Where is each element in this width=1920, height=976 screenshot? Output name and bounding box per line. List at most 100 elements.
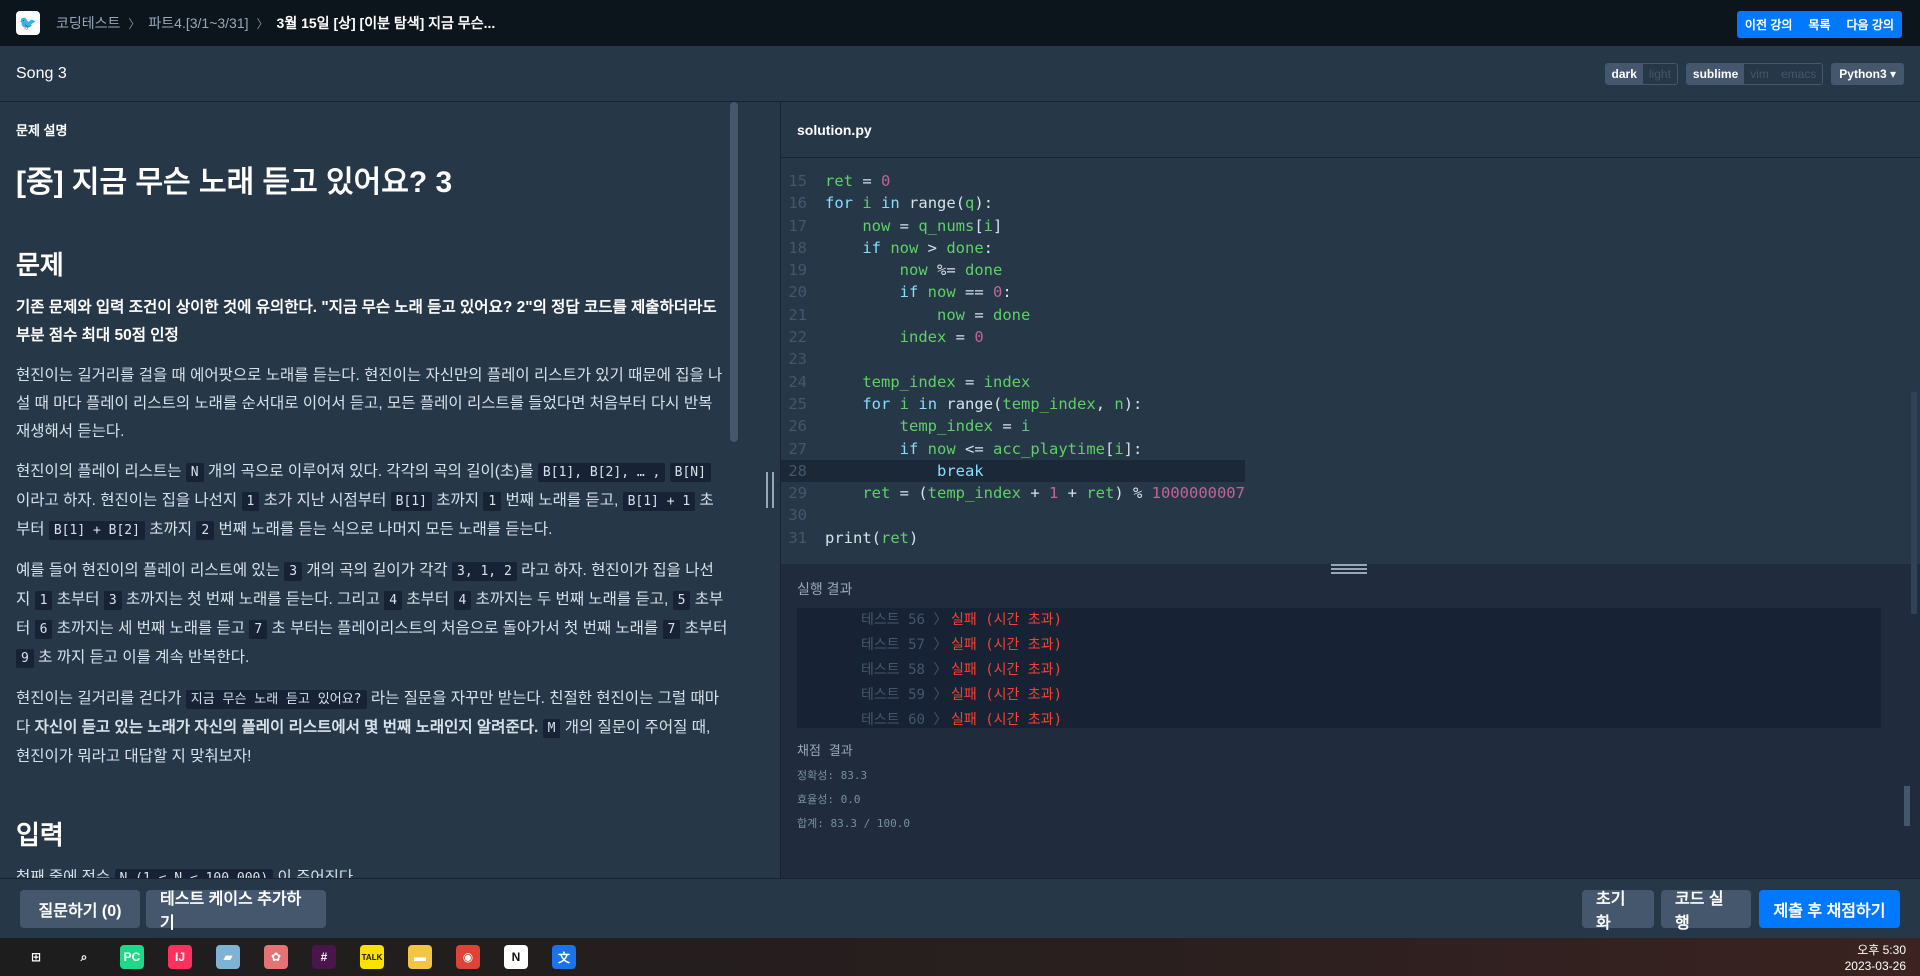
notes-icon[interactable]: ▰ — [216, 945, 240, 969]
slack-icon[interactable]: # — [312, 945, 336, 969]
code-line[interactable]: 15 ret = 0 — [781, 170, 1245, 192]
code-token: i — [1020, 417, 1031, 436]
keymap-vim-option[interactable]: vim — [1744, 64, 1775, 84]
inline-code: 3, 1, 2 — [452, 562, 517, 581]
theme-dark-option[interactable]: dark — [1605, 64, 1643, 84]
intellij-icon[interactable]: IJ — [168, 945, 192, 969]
code-token: > — [918, 238, 947, 257]
inline-code: 7 — [249, 620, 268, 639]
kakaotalk-icon[interactable]: TALK — [360, 945, 384, 969]
grade-efficiency: 효율성: 0.0 — [797, 793, 861, 806]
code-lines[interactable]: 15 ret = 0 16 for i in range(q): 17 now = q_… — [781, 170, 1245, 549]
code-token: q — [965, 194, 975, 213]
code-line[interactable]: 22 index = 0 — [781, 326, 1245, 348]
code-line[interactable]: 29 ret = (temp_index + 1 + ret) % 100000… — [781, 482, 1245, 504]
problem-scrollbar[interactable] — [730, 102, 738, 442]
test-status: 실패 (시간 초과) — [951, 612, 1062, 628]
code-token: ret — [825, 172, 853, 190]
chrome-icon[interactable]: ◉ — [456, 945, 480, 969]
problem-paragraph-2: 현진이의 플레이 리스트는 N 개의 곡으로 이루어져 있다. 각각의 곡의 길… — [16, 463, 714, 540]
system-clock[interactable]: 오후 5:30 2023-03-26 — [1845, 942, 1906, 974]
problem-panel[interactable]: 문제 설명 [중] 지금 무슨 노래 듣고 있어요? 3 문제 기존 문제와 입… — [0, 102, 760, 878]
ask-question-button[interactable]: 질문하기 (0) — [20, 890, 140, 928]
code-line[interactable]: 24 temp_index = index — [781, 371, 1245, 393]
code-line[interactable]: 18 if now > done: — [781, 237, 1245, 259]
result-row: 테스트 60 〉 실패 (시간 초과) — [861, 708, 1881, 733]
code-token: == — [955, 283, 993, 302]
clock-date: 2023-03-26 — [1844, 959, 1906, 973]
code-line[interactable]: 30 — [781, 504, 1245, 526]
prev-lecture-button[interactable]: 이전 강의 — [1737, 11, 1801, 38]
search-icon[interactable]: ⌕ — [72, 945, 96, 969]
file-tab[interactable]: solution.py — [781, 102, 1920, 158]
code-line[interactable]: 16 for i in range(q): — [781, 192, 1245, 214]
keymap-toggle: sublime vim emacs — [1685, 63, 1824, 85]
code-line[interactable]: 17 now = q_nums[i] — [781, 215, 1245, 237]
submit-button[interactable]: 제출 후 채점하기 — [1759, 890, 1900, 928]
editor-scrollbar[interactable] — [1911, 392, 1917, 614]
code-token: = — [964, 305, 993, 324]
code-line[interactable]: 26 temp_index = i — [781, 415, 1245, 437]
programmers-logo-icon[interactable]: 🐦 — [16, 11, 40, 35]
notion-icon[interactable]: N — [504, 945, 528, 969]
code-line[interactable]: 25 for i in range(temp_index, n): — [781, 393, 1245, 415]
code-token: ) — [909, 528, 919, 547]
heading-problem: 문제 — [16, 250, 64, 280]
paint-icon[interactable]: ✿ — [264, 945, 288, 969]
code-line[interactable]: 21 now = done — [781, 304, 1245, 326]
code-line[interactable]: 20 if now == 0: — [781, 281, 1245, 303]
code-line[interactable]: 23 — [781, 348, 1245, 370]
breadcrumb-part[interactable]: 파트4.[3/1~3/31] — [148, 13, 248, 33]
translator-icon[interactable]: 文 — [552, 945, 576, 969]
keymap-sublime-option[interactable]: sublime — [1686, 64, 1745, 84]
code-token: ret — [881, 528, 909, 547]
code-line[interactable]: 27 if now <= acc_playtime[i]: — [781, 438, 1245, 460]
theme-toggle: dark light — [1604, 63, 1678, 85]
caret-down-icon: ▾ — [1889, 67, 1896, 81]
code-token: ): — [974, 194, 994, 213]
code-panel: solution.py 15 ret = 0 16 for i in range(q)… — [780, 102, 1920, 878]
pycharm-icon[interactable]: PC — [120, 945, 144, 969]
problem-header: Song 3 dark light sublime vim emacs Pyth… — [0, 46, 1920, 102]
language-select[interactable]: Python3 ▾ — [1831, 63, 1904, 85]
code-editor[interactable]: 15 ret = 0 16 for i in range(q): 17 now = q_… — [781, 158, 1920, 614]
code-line[interactable]: 31 print(ret) — [781, 527, 1245, 549]
line-number: 28 — [788, 461, 807, 480]
code-line[interactable]: 28 break — [781, 459, 1245, 483]
result-scrollbar[interactable] — [1904, 786, 1910, 826]
line-number: 16 — [788, 194, 807, 213]
resize-handle-icon[interactable] — [1331, 564, 1367, 576]
lecture-nav-group: 이전 강의 목록 다음 강의 — [1736, 11, 1903, 38]
drag-handle-icon[interactable] — [766, 472, 774, 508]
add-testcase-button[interactable]: 테스트 케이스 추가하기 — [146, 890, 326, 932]
folder-icon[interactable]: ▬ — [408, 945, 432, 969]
code-token: 0 — [881, 172, 891, 190]
code-token: range( — [899, 194, 966, 213]
theme-light-option[interactable]: light — [1643, 64, 1677, 84]
start-icon[interactable]: ⊞ — [24, 945, 48, 969]
keymap-emacs-option[interactable]: emacs — [1775, 64, 1822, 84]
test-status: 실패 (시간 초과) — [951, 637, 1062, 653]
run-code-button[interactable]: 코드 실행 — [1661, 890, 1751, 932]
lecture-list-button[interactable]: 목록 — [1800, 11, 1838, 38]
code-token: , — [1095, 394, 1115, 413]
code-line[interactable]: 19 now %= done — [781, 259, 1245, 281]
test-status: 실패 (시간 초과) — [951, 687, 1062, 703]
test-label: 테스트 57 〉 — [861, 637, 948, 653]
code-token: break — [936, 461, 984, 480]
inline-code: 2 — [196, 521, 215, 540]
panel-divider[interactable] — [760, 102, 780, 878]
code-token: done — [964, 261, 1003, 280]
next-lecture-button[interactable]: 다음 강의 — [1839, 11, 1903, 38]
run-result-box[interactable]: 테스트 56 〉 실패 (시간 초과) 테스트 57 〉 실패 (시간 초과) 테스트 … — [797, 608, 1881, 728]
breadcrumb-coding-test[interactable]: 코딩테스트 — [56, 13, 120, 33]
code-token: = — [946, 328, 975, 347]
reset-button[interactable]: 초기화 — [1582, 890, 1654, 932]
